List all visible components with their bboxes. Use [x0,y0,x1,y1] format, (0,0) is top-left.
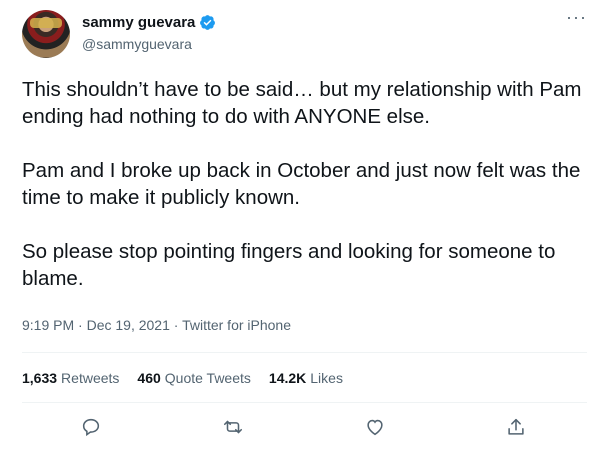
retweets-stat[interactable]: 1,633 Retweets [22,370,119,386]
heart-icon[interactable] [364,416,388,440]
verified-badge-icon [199,14,216,31]
avatar[interactable] [22,10,70,58]
action-bar [0,414,603,444]
more-options-icon[interactable]: ··· [566,8,587,26]
divider [22,402,587,403]
share-icon[interactable] [505,416,529,440]
retweets-label: Retweets [61,370,120,386]
tweet-metadata: 9:19 PM · Dec 19, 2021 · Twitter for iPh… [22,317,291,333]
author-handle[interactable]: @sammyguevara [82,36,192,52]
author-name-row[interactable]: sammy guevara [82,14,216,31]
author-display-name[interactable]: sammy guevara [82,14,195,31]
quote-tweets-label: Quote Tweets [164,370,251,386]
tweet-timestamp[interactable]: 9:19 PM · Dec 19, 2021 · [22,317,182,333]
tweet-paragraph: This shouldn’t have to be said… but my r… [22,78,582,128]
quote-tweets-stat[interactable]: 460 Quote Tweets [137,370,251,386]
tweet-source[interactable]: Twitter for iPhone [182,317,291,333]
tweet-paragraph: So please stop pointing fingers and look… [22,240,556,290]
quote-tweets-count: 460 [137,370,161,386]
tweet-card: sammy guevara @sammyguevara ··· This sho… [0,0,603,457]
retweets-count: 1,633 [22,370,58,386]
likes-label: Likes [310,370,343,386]
tweet-paragraph: Pam and I broke up back in October and j… [22,159,581,209]
tweet-text: This shouldn’t have to be said… but my r… [22,76,587,319]
likes-count: 14.2K [268,370,307,386]
championship-belt-graphic [30,18,62,28]
likes-stat[interactable]: 14.2K Likes [269,370,343,386]
engagement-stats: 1,633 Retweets 460 Quote Tweets 14.2K Likes [22,370,343,386]
retweet-icon[interactable] [222,416,246,440]
reply-icon[interactable] [80,416,104,440]
divider [22,352,587,353]
